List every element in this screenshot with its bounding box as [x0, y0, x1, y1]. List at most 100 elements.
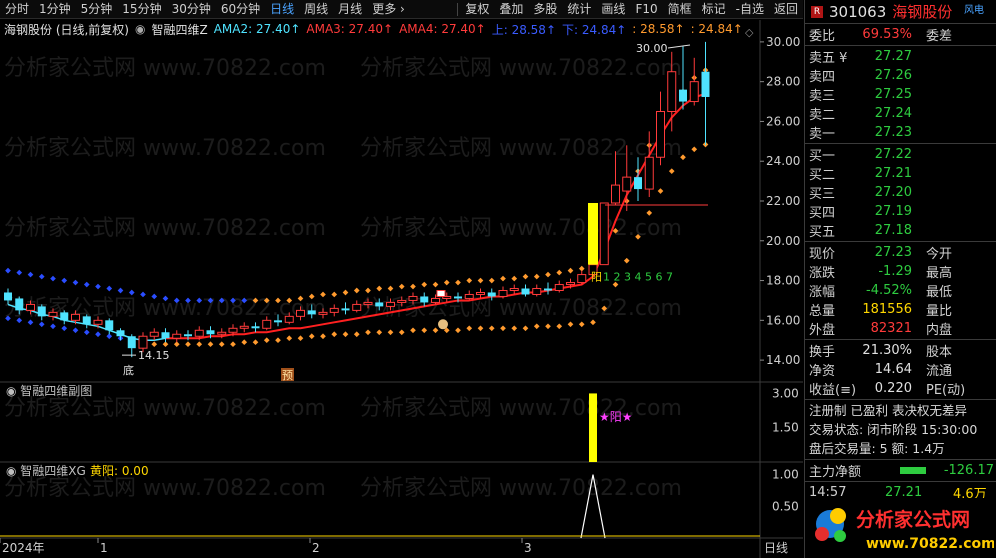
multi-stock-button[interactable]: 多股 [528, 0, 562, 19]
candle-body [679, 89, 687, 102]
period-5min[interactable]: 5分钟 [76, 0, 118, 19]
lower-band-dot [207, 341, 214, 348]
mark-button[interactable]: 标记 [697, 0, 731, 19]
candle-body [116, 330, 125, 337]
quote-row: 外盘 82321 内盘 [805, 319, 996, 338]
back-button[interactable]: 返回 [769, 0, 803, 19]
upper-band-dot [443, 279, 450, 286]
stat-row-value: 21.30% [862, 343, 912, 358]
upper-band-dot [83, 281, 90, 288]
ask-row-label: 卖五 ¥ [809, 51, 848, 66]
time-tick-label: 2 [312, 541, 320, 555]
money-bag-icon [438, 319, 448, 330]
period-fenshi[interactable]: 分时 [0, 0, 34, 19]
indicator-name[interactable]: 智融四维Z [151, 21, 207, 38]
period-daily[interactable]: 日线 [265, 0, 299, 19]
lower-band-dot [185, 341, 191, 348]
logo-url: www.70822.com [866, 536, 994, 552]
lower-band-dot [252, 339, 259, 346]
ask-row-label: 卖一 [809, 127, 836, 142]
candle-body [194, 329, 204, 337]
upper-band-dot [38, 273, 45, 280]
candle-body [509, 288, 519, 291]
restore-rights-button[interactable]: 复权 [460, 0, 494, 19]
candle-body [105, 320, 114, 331]
weibi-label: 委比 [809, 29, 836, 44]
time-axis-corner: 日线 [764, 541, 788, 555]
lower-band-dot [331, 331, 338, 338]
period-60min[interactable]: 60分钟 [216, 0, 265, 19]
price-tick-label: 24.00 [766, 154, 800, 168]
upper-band-value: 上: 28.58↑ [491, 22, 557, 37]
lower-band-dot [376, 329, 383, 336]
upper-band-dot [522, 273, 529, 280]
sub1-title: ◉ 智融四维副图 [6, 383, 92, 398]
ask-row-label: 卖三 [809, 89, 836, 104]
lower-band-dot [410, 327, 416, 334]
sub2-title: ◉ 智融四维XG [6, 463, 86, 478]
lower-band-dot [646, 210, 653, 216]
bottom-mark: 底 [123, 363, 134, 377]
upper-band-dot [106, 285, 113, 292]
period-weekly[interactable]: 周线 [299, 0, 333, 19]
candle-body [554, 284, 564, 291]
stat-row-label2: 流通 [926, 364, 953, 379]
yu-mark: 预 [282, 369, 293, 382]
ask-row-label: 卖二 [809, 108, 836, 123]
watermark-text: 分析家公式网 www.70822.com [360, 396, 682, 421]
quote-row-label2: 今开 [926, 247, 953, 262]
bid-row-value: 27.22 [874, 147, 912, 162]
ask-row: 卖三 27.25 [805, 85, 996, 104]
upper-band-dot [117, 287, 124, 294]
stat-row-value: 0.220 [874, 381, 912, 396]
sector-tag[interactable]: 风电 [964, 1, 984, 16]
watermark-text: 分析家公式网 www.70822.com [360, 216, 682, 241]
upper-band-dot [488, 277, 495, 284]
price-tick-label: 16.00 [766, 313, 800, 327]
lower-band-dot [455, 327, 461, 334]
ask-book: 卖五 ¥ 27.27 卖四 27.26 卖三 27.25 卖二 27.24 卖一 27.23 [805, 46, 996, 144]
candle-body [622, 176, 632, 192]
upper-band-dot [533, 273, 540, 280]
remove-watchlist-button[interactable]: -自选 [731, 0, 769, 19]
quote-row-label: 外盘 [809, 323, 836, 338]
watermark-text: 分析家公式网 www.70822.com [4, 396, 326, 421]
simple-frame-button[interactable]: 简框 [663, 0, 697, 19]
period-1min[interactable]: 1分钟 [34, 0, 76, 19]
period-monthly[interactable]: 月线 [333, 0, 367, 19]
yang-label: 阳 [591, 271, 602, 284]
bid-row-value: 27.18 [874, 223, 912, 238]
candle-body [48, 311, 58, 317]
candle-body [408, 295, 418, 301]
candle-body [397, 299, 407, 303]
draw-line-button[interactable]: 画线 [596, 0, 630, 19]
candle-body [634, 177, 642, 190]
lower-band-dot [477, 325, 484, 332]
upper-band-dot [95, 283, 101, 290]
lower-band-dot [545, 323, 551, 330]
period-15min[interactable]: 15分钟 [117, 0, 166, 19]
lower-band-dot [83, 329, 90, 336]
quote-row-label: 现价 [809, 247, 836, 262]
period-more[interactable]: 更多 › [367, 0, 410, 19]
main-flow-row[interactable]: 主力净额 -126.17 [805, 461, 996, 480]
candle-body [352, 303, 362, 311]
price-tick-label: 20.00 [766, 234, 800, 248]
lower-band-dot [398, 329, 405, 336]
candle-body [386, 301, 395, 307]
ask-row-value: 27.23 [874, 125, 912, 140]
period-30min[interactable]: 30分钟 [167, 0, 216, 19]
kline-chart[interactable]: 分析家公式网 www.70822.com 分析家公式网 www.70822.com… [0, 20, 803, 558]
f10-button[interactable]: F10 [630, 0, 662, 19]
indicator-dropdown-icon[interactable]: ◉ [135, 22, 145, 36]
lower-band-dot [488, 325, 495, 332]
candle-body [544, 288, 552, 291]
watermark-text: 分析家公式网 www.70822.com [360, 136, 682, 161]
watermark-text: 分析家公式网 www.70822.com [4, 476, 326, 501]
statistics-button[interactable]: 统计 [562, 0, 596, 19]
overlay-button[interactable]: 叠加 [494, 0, 528, 19]
lower-band-dot [421, 327, 428, 334]
weibi-value: 69.53% [862, 27, 912, 42]
quote-row: 涨幅 -4.52% 最低 [805, 281, 996, 300]
bid-row-value: 27.19 [874, 204, 912, 219]
